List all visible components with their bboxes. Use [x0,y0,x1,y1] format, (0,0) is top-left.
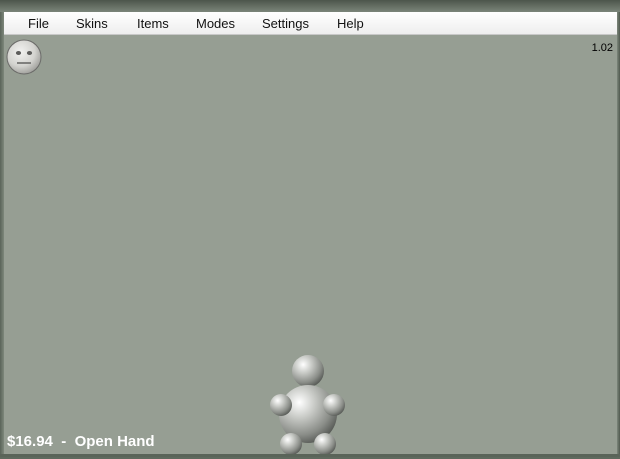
game-window: File Skins Items Modes Settings Help 1.0… [0,0,620,457]
version-label: 1.02 [591,42,613,54]
money-amount: $16.94 [7,433,53,450]
window-top-strip [0,0,620,12]
menu-items[interactable]: Items [137,16,169,31]
menu-bar: File Skins Items Modes Settings Help [4,12,617,35]
menu-help[interactable]: Help [337,16,364,31]
status-separator: - [52,433,75,450]
menu-skins[interactable]: Skins [76,16,108,31]
ball-figure[interactable] [264,352,346,455]
menu-file[interactable]: File [28,16,49,31]
current-item: Open Hand [74,433,155,450]
game-viewport[interactable]: 1.02 $16.94 - Open Hand [4,35,617,455]
status-line: $16.94 - Open Hand [7,433,155,450]
menu-settings[interactable]: Settings [262,16,309,31]
menu-modes[interactable]: Modes [196,16,235,31]
neutral-face-icon[interactable] [6,39,42,75]
